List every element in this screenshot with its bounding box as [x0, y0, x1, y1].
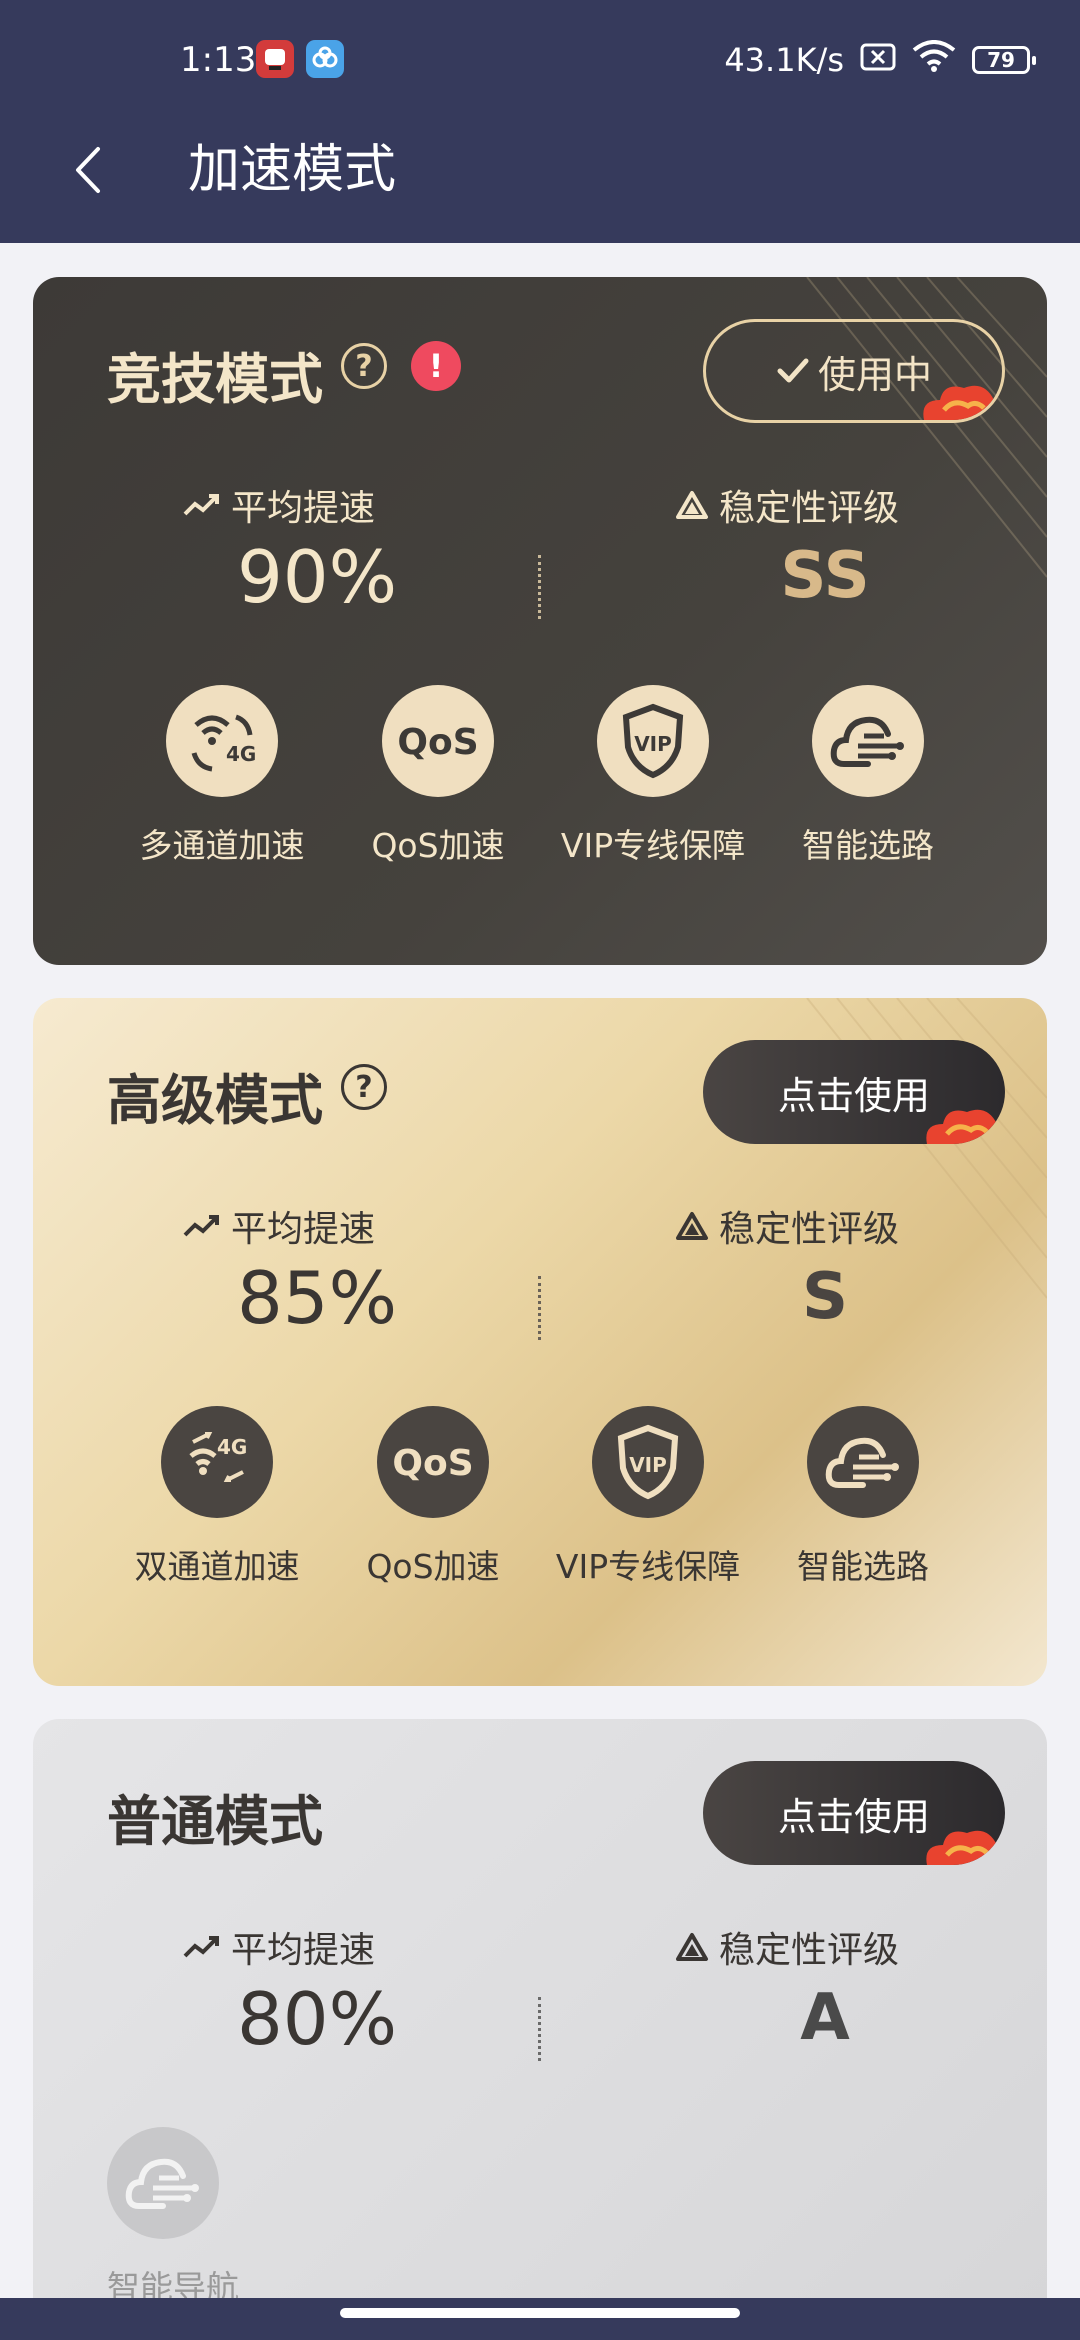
- smart-routing-cloud-icon: [807, 1406, 919, 1518]
- net-speed: 43.1K/s: [724, 41, 844, 79]
- avg-speed-value: 80%: [236, 1977, 398, 2061]
- triangle-icon: [676, 491, 708, 519]
- status-bar: 1:13 43.1K/s 79: [0, 0, 1080, 125]
- stability-label: 稳定性评级: [675, 1921, 899, 1973]
- feature-item: 4G 多通道加速: [122, 685, 322, 867]
- trend-up-icon: [183, 494, 219, 516]
- auspicious-cloud-icon: [926, 1109, 1001, 1144]
- stat-divider: [538, 555, 541, 619]
- qos-icon: QoS: [382, 685, 494, 797]
- avg-speed-value: 90%: [236, 535, 398, 619]
- feature-item: VIP VIP专线保障: [553, 685, 753, 867]
- feature-item: VIP VIP专线保障: [548, 1406, 748, 1588]
- avg-speed-value: 85%: [236, 1256, 398, 1340]
- bottom-nav-strip: [0, 2298, 1080, 2340]
- trend-up-icon: [183, 1936, 219, 1958]
- back-button[interactable]: [60, 135, 120, 205]
- vip-shield-icon: VIP: [592, 1406, 704, 1518]
- avg-speed-label: 平均提速: [183, 479, 375, 531]
- qos-icon: QoS: [377, 1406, 489, 1518]
- feature-item: 智能选路: [768, 685, 968, 867]
- status-right: 43.1K/s 79: [724, 40, 1036, 80]
- auspicious-cloud-icon: [923, 385, 998, 420]
- mode-card-competitive: 竞技模式 ? ! 使用中 平均提速 90% 稳定性评级 SS 4G 多通道加速 …: [33, 277, 1047, 965]
- in-use-button[interactable]: 使用中: [703, 319, 1005, 423]
- feature-item: 智能导航: [71, 2127, 251, 2309]
- trend-up-icon: [183, 1215, 219, 1237]
- stability-label: 稳定性评级: [675, 479, 899, 531]
- feature-item: 4G 双通道加速: [117, 1406, 317, 1588]
- no-sim-icon: [860, 41, 896, 79]
- auspicious-cloud-icon: [926, 1830, 1001, 1865]
- warning-icon[interactable]: !: [411, 341, 461, 391]
- svg-text:4G: 4G: [217, 1435, 247, 1459]
- battery-icon: 79: [972, 46, 1036, 74]
- check-icon: [777, 358, 809, 383]
- mode-name: 竞技模式: [107, 348, 323, 411]
- stability-rating: SS: [780, 539, 870, 613]
- triangle-icon: [676, 1933, 708, 1961]
- avg-speed-label: 平均提速: [183, 1200, 375, 1252]
- svg-text:VIP: VIP: [634, 732, 672, 756]
- mode-name: 高级模式: [107, 1069, 323, 1132]
- stat-divider: [538, 1276, 541, 1340]
- vip-shield-icon: VIP: [597, 685, 709, 797]
- svg-text:QoS: QoS: [392, 1443, 473, 1484]
- status-time: 1:13: [180, 40, 257, 80]
- svg-text:VIP: VIP: [629, 1453, 667, 1477]
- home-indicator[interactable]: [340, 2308, 740, 2318]
- help-icon[interactable]: ?: [341, 1064, 387, 1110]
- stability-rating: A: [800, 1981, 850, 2055]
- wifi-icon: [912, 40, 956, 80]
- notification-cloud-icon: [306, 40, 344, 78]
- top-app-bar: 1:13 43.1K/s 79 加速模式: [0, 0, 1080, 243]
- dual-channel-4g-icon: 4G: [161, 1406, 273, 1518]
- feature-item: 智能选路: [763, 1406, 963, 1588]
- avg-speed-label: 平均提速: [183, 1921, 375, 1973]
- triangle-icon: [676, 1212, 708, 1240]
- mode-card-normal: 普通模式 点击使用 平均提速 80% 稳定性评级 A 智能导航: [33, 1719, 1047, 2339]
- mode-card-advanced: 高级模式 ? 点击使用 平均提速 85% 稳定性评级 S 4G 双通道加速 Qo…: [33, 998, 1047, 1686]
- smart-routing-cloud-icon: [812, 685, 924, 797]
- use-button[interactable]: 点击使用: [703, 1761, 1005, 1865]
- mode-name: 普通模式: [107, 1790, 323, 1853]
- multi-channel-4g-icon: 4G: [166, 685, 278, 797]
- svg-text:QoS: QoS: [397, 722, 478, 763]
- use-button[interactable]: 点击使用: [703, 1040, 1005, 1144]
- page-title: 加速模式: [188, 140, 397, 200]
- button-label: 点击使用: [777, 1794, 930, 1839]
- feature-item: QoS QoS加速: [333, 1406, 533, 1588]
- feature-item: QoS QoS加速: [338, 685, 538, 867]
- stability-label: 稳定性评级: [675, 1200, 899, 1252]
- chevron-left-icon: [76, 147, 100, 193]
- stability-rating: S: [801, 1260, 849, 1334]
- notification-app-icon: [256, 40, 294, 78]
- stat-divider: [538, 1997, 541, 2061]
- smart-navigation-cloud-icon: [107, 2127, 219, 2239]
- button-label: 点击使用: [777, 1073, 930, 1118]
- help-icon[interactable]: ?: [341, 343, 387, 389]
- svg-text:4G: 4G: [226, 742, 256, 766]
